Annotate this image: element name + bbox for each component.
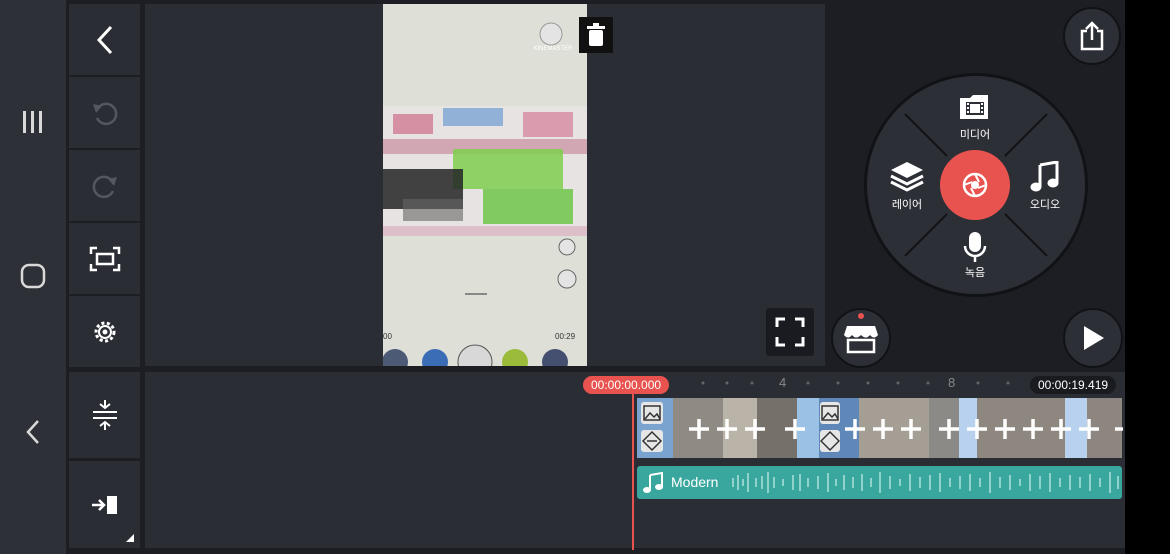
store-icon [844,326,878,354]
playhead[interactable] [632,394,634,550]
trash-icon [587,23,605,46]
record-label: 녹음 [964,267,986,279]
video-frame-image [383,4,587,366]
aperture-icon [962,172,988,198]
music-note-icon [1030,161,1059,192]
total-duration-badge: 00:00:19.419 [1030,376,1117,394]
home-icon [20,263,46,289]
play-icon [1084,326,1104,350]
jump-to-end-icon [91,495,117,514]
share-icon [1080,21,1104,51]
export-button[interactable] [1063,7,1121,65]
asset-store-button[interactable] [831,308,891,368]
timeline-tools [69,372,140,548]
delete-watermark-button[interactable] [579,17,613,53]
microphone-icon [963,232,987,262]
record-menu-item[interactable]: 녹음 [945,230,1005,286]
video-time-left: 00 [383,332,392,341]
video-time-right: 00:29 [555,332,576,341]
jump-to-end-button[interactable] [69,461,140,548]
media-label: 미디어 [959,129,991,141]
undo-icon [92,102,117,125]
image-icon [643,405,661,421]
system-navigation-bar [0,0,66,554]
gear-icon [94,321,115,342]
expand-timeline-button[interactable] [69,372,140,458]
capture-record-button[interactable] [940,150,1010,220]
recent-apps-button[interactable] [0,92,66,152]
undo-button[interactable] [69,77,140,148]
transition-buttons [683,409,1123,449]
expand-tracks-icon [92,400,117,430]
left-toolbar [69,4,140,367]
screen-capture-icon [89,246,120,271]
notification-dot [858,313,864,319]
kinemaster-watermark: KINEMASTER [533,46,573,52]
audio-track-clip[interactable]: Modern [637,466,1122,499]
transition-badge [641,430,663,452]
fullscreen-icon [775,317,805,347]
add-transition-icons [689,419,1123,439]
ruler-mark-4: 4 [779,375,787,390]
corner-indicator-icon [126,534,134,542]
settings-button[interactable] [69,296,140,367]
fullscreen-button[interactable] [766,308,814,356]
home-button[interactable] [0,246,66,306]
recent-apps-icon [23,111,42,133]
chevron-left-icon [96,25,112,54]
transition-icon [641,430,663,452]
system-back-button[interactable] [0,402,66,462]
music-note-icon [643,471,663,493]
layer-label: 레이어 [891,199,923,211]
audio-clip-name: Modern [671,474,719,490]
screen-edge [1125,0,1170,554]
layers-icon [890,162,924,192]
ruler-mark-8: 8 [948,375,956,390]
image-clip-badge [641,402,663,424]
redo-icon [92,175,117,198]
back-button[interactable] [69,4,140,75]
back-arrow-icon [26,420,39,444]
layer-menu-item[interactable]: 레이어 [877,160,937,216]
film-folder-icon [960,95,988,119]
capture-button[interactable] [69,223,140,294]
audio-menu-item[interactable]: 오디오 [1015,160,1075,216]
audio-label: 오디오 [1029,199,1061,211]
redo-button[interactable] [69,150,140,221]
video-preview[interactable]: KINEMASTER 00 00:29 [383,4,587,366]
play-button[interactable] [1063,308,1123,368]
media-menu-item[interactable]: 미디어 [945,90,1005,146]
current-time-badge: 00:00:00.000 [583,376,670,394]
